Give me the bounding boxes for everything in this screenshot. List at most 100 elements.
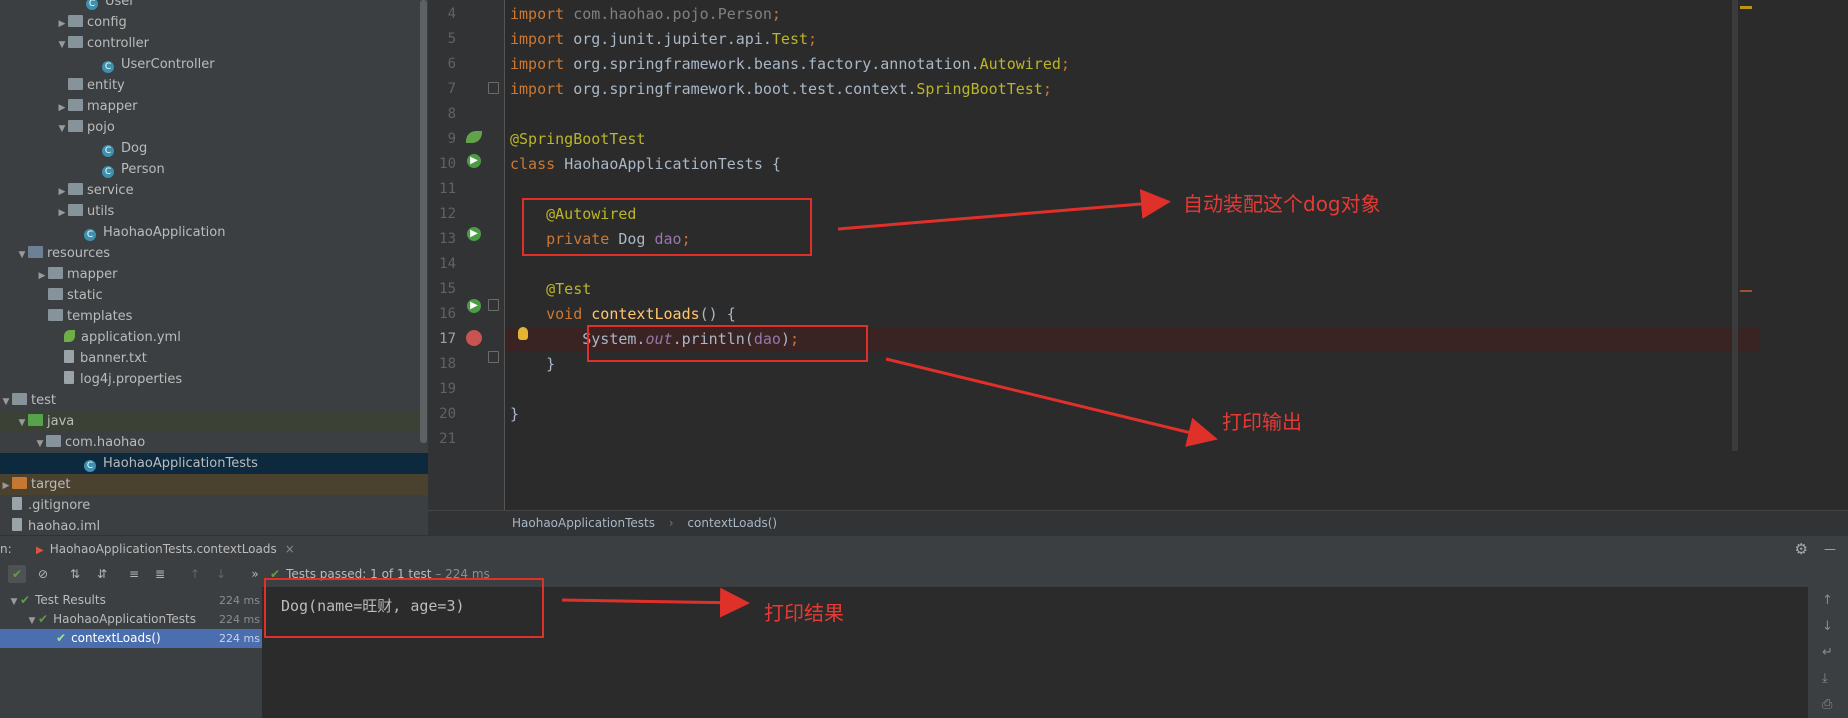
code-line[interactable]: @SpringBootTest [510, 127, 1810, 152]
chevron-right-icon[interactable]: ▶ [0, 476, 12, 497]
code-token: class [510, 155, 565, 173]
folder-icon [68, 183, 83, 195]
intention-bulb-icon[interactable] [518, 327, 528, 340]
expand-all-icon[interactable]: ≡ [125, 565, 143, 583]
code-token: import [510, 5, 574, 23]
previous-failed-icon[interactable]: ↑ [186, 565, 204, 583]
code-line[interactable]: import org.junit.jupiter.api.Test; [510, 27, 1810, 52]
test-result-row[interactable]: ▼ ✔ HaohaoApplicationTests 224 ms [0, 610, 262, 629]
chevron-down-icon[interactable]: ▼ [34, 434, 46, 455]
scroll-down-icon[interactable]: ↓ [1822, 619, 1833, 634]
breadcrumb-method[interactable]: contextLoads() [687, 516, 777, 530]
code-line[interactable]: } [510, 402, 1810, 427]
more-icon[interactable]: » [246, 565, 264, 583]
tree-item[interactable]: ▶ config [0, 12, 428, 33]
code-token: org.springframework.beans.factory.annota… [573, 55, 980, 73]
code-line[interactable] [510, 427, 1810, 452]
chevron-right-icon[interactable]: ▶ [56, 98, 68, 119]
sort-duration-icon[interactable]: ⇵ [93, 565, 111, 583]
chevron-down-icon[interactable]: ▼ [56, 35, 68, 56]
line-number: 19 [439, 381, 456, 397]
test-result-row[interactable]: ▼ ✔ Test Results 224 ms [0, 591, 262, 610]
scroll-to-end-icon[interactable]: ⤓ [1822, 671, 1828, 686]
code-token: Autowired [979, 55, 1061, 73]
tree-item[interactable]: ▼ test [0, 390, 428, 411]
next-failed-icon[interactable]: ↓ [212, 565, 230, 583]
show-ignored-icon[interactable]: ⊘ [34, 565, 52, 583]
tree-item[interactable]: C Person [0, 159, 428, 180]
scroll-up-icon[interactable]: ↑ [1822, 593, 1833, 608]
code-token: Test [771, 30, 809, 48]
close-icon[interactable]: × [285, 542, 295, 556]
code-line[interactable]: import org.springframework.boot.test.con… [510, 77, 1810, 102]
tree-item[interactable]: application.yml [0, 327, 428, 348]
code-line[interactable]: @Test [510, 277, 1810, 302]
line-number: 18 [439, 356, 456, 372]
chevron-down-icon[interactable]: ▼ [0, 392, 12, 413]
tree-item[interactable]: ▶ utils [0, 201, 428, 222]
tree-item[interactable]: log4j.properties [0, 369, 428, 390]
tree-item[interactable]: ▶ target [0, 474, 428, 495]
result-note: 打印结果 [764, 601, 844, 625]
tree-item[interactable]: ▶ mapper [0, 96, 428, 117]
warning-marker[interactable] [1740, 6, 1752, 9]
tree-item[interactable]: C Dog [0, 138, 428, 159]
code-line[interactable] [510, 102, 1810, 127]
tree-item[interactable]: ▶ service [0, 180, 428, 201]
code-line[interactable]: import com.haohao.pojo.Person; [510, 2, 1810, 27]
tree-item-label: log4j.properties [80, 372, 183, 387]
tree-item[interactable]: .gitignore [0, 495, 428, 516]
tree-item[interactable]: ▼ java [0, 411, 428, 432]
tree-item[interactable]: static [0, 285, 428, 306]
tree-item[interactable]: entity [0, 75, 428, 96]
gear-icon[interactable]: ⚙ [1795, 536, 1808, 562]
soft-wrap-icon[interactable]: ↵ [1822, 645, 1833, 660]
line-number: 15 [439, 281, 456, 297]
collapse-all-icon[interactable]: ≣ [151, 565, 169, 583]
code-line[interactable]: class HaohaoApplicationTests { [510, 152, 1810, 177]
tree-item[interactable]: banner.txt [0, 348, 428, 369]
print-icon[interactable]: ⎙ [1822, 697, 1832, 712]
spring-config-icon [64, 330, 75, 342]
chevron-right-icon[interactable]: ▶ [56, 14, 68, 35]
sort-alpha-icon[interactable]: ⇅ [66, 565, 84, 583]
tree-item-label: UserController [121, 57, 215, 72]
file-icon [12, 518, 22, 531]
class-icon: C [102, 166, 114, 178]
show-passed-icon[interactable]: ✔ [8, 565, 26, 583]
tree-item[interactable]: ▼ pojo [0, 117, 428, 138]
tree-item[interactable]: C HaohaoApplication [0, 222, 428, 243]
test-result-row[interactable]: ✔ contextLoads() 224 ms [0, 629, 262, 648]
chevron-right-icon[interactable]: ▶ [36, 266, 48, 287]
tree-item[interactable]: templates [0, 306, 428, 327]
minimize-icon[interactable]: — [1824, 536, 1836, 562]
code-line[interactable] [510, 377, 1810, 402]
tree-item[interactable]: ▼ controller [0, 33, 428, 54]
breadcrumb-class[interactable]: HaohaoApplicationTests [512, 516, 655, 530]
code-line[interactable]: import org.springframework.beans.factory… [510, 52, 1810, 77]
run-tab[interactable]: ▶ HaohaoApplicationTests.contextLoads × [28, 536, 303, 562]
error-marker[interactable] [1740, 290, 1752, 292]
tree-item-label: templates [67, 309, 133, 324]
chevron-right-icon[interactable]: ▶ [56, 203, 68, 224]
test-result-label: contextLoads() [71, 631, 161, 645]
sidebar-scrollbar[interactable] [420, 0, 427, 443]
file-icon [64, 371, 74, 384]
code-token: org.junit.jupiter.api. [573, 30, 772, 48]
code-line[interactable]: void contextLoads() { [510, 302, 1810, 327]
tree-item-label: com.haohao [65, 435, 146, 450]
tree-item[interactable]: C UserController [0, 54, 428, 75]
chevron-down-icon[interactable]: ▼ [56, 119, 68, 140]
chevron-down-icon[interactable]: ▼ [16, 245, 28, 266]
tree-item[interactable]: ▼ resources [0, 243, 428, 264]
passed-check-icon: ✔ [38, 612, 49, 626]
tree-item[interactable]: C User [0, 0, 428, 12]
tree-item[interactable]: ▶ mapper [0, 264, 428, 285]
tree-item[interactable]: haohao.iml [0, 516, 428, 535]
tree-item[interactable]: ▼ com.haohao [0, 432, 428, 453]
folder-icon [68, 204, 83, 216]
chevron-down-icon[interactable]: ▼ [16, 413, 28, 434]
tree-item[interactable]: C HaohaoApplicationTests [0, 453, 428, 474]
editor-scrollbar[interactable] [1732, 0, 1738, 451]
chevron-right-icon[interactable]: ▶ [56, 182, 68, 203]
